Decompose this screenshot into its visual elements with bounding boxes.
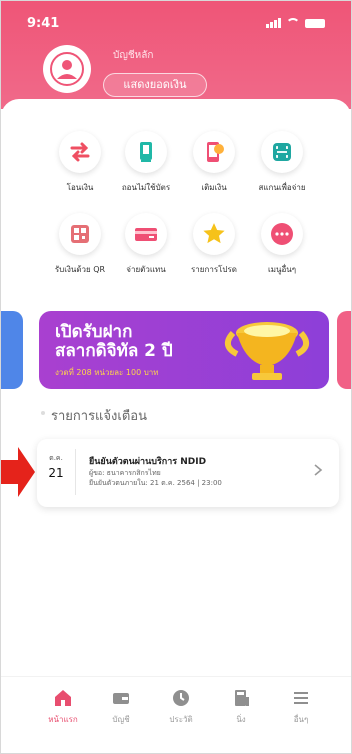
banner-title-line2: สลากดิจิทัล 2 ปี — [55, 341, 173, 361]
notification-deadline: ยืนยันตัวตนภายใน: 21 ต.ค. 2564 | 23:00 — [89, 479, 222, 487]
notifications-title: รายการแจ้งเตือน — [51, 409, 147, 424]
tab-more[interactable]: อื่นๆ — [273, 687, 329, 726]
tab-label: บัญชี — [112, 715, 130, 724]
tab-label: นิ่ง — [236, 715, 246, 724]
phone-screen: 9:41 บัญชีหลัก แสดงยอดเงิน โอนเงิน ถอนไม… — [0, 0, 352, 754]
scan-to-pay-icon — [261, 131, 303, 173]
menu-label: เมนูอื่นๆ — [267, 265, 297, 274]
tab-calculator[interactable]: นิ่ง — [213, 687, 269, 726]
signal-icon — [266, 18, 281, 28]
qr-receive-icon — [59, 213, 101, 255]
home-icon — [52, 687, 74, 709]
wifi-icon — [286, 18, 300, 28]
notification-day: 21 — [48, 466, 64, 480]
banner-title-line1: เปิดรับฝาก — [55, 322, 133, 342]
tab-account[interactable]: บัญชี — [93, 687, 149, 726]
menu-label: รายการโปรด — [191, 265, 237, 274]
transfer-icon — [59, 131, 101, 173]
red-arrow-indicator — [1, 441, 35, 503]
menu-cardless-withdraw[interactable]: ถอนไม่ใช้บัตร — [111, 131, 181, 194]
promo-banner[interactable]: เปิดรับฝาก สลากดิจิทัล 2 ปี งวดที่ 208 ห… — [39, 311, 329, 389]
tab-label: ประวัติ — [169, 715, 193, 724]
notification-card[interactable]: ต.ค. 21 ยืนยันตัวตนผ่านบริการ NDID ผู้ขอ… — [37, 439, 339, 507]
status-icons — [266, 18, 325, 28]
notification-divider — [75, 449, 76, 495]
menu-qr-receive[interactable]: รับเงินด้วย QR — [45, 213, 115, 276]
menu-label: จ่ายตัวแทน — [126, 265, 166, 274]
menu-label: โอนเงิน — [66, 183, 94, 192]
trophy-icon — [224, 322, 310, 380]
menu-bill-pay[interactable]: จ่ายตัวแทน — [111, 213, 181, 276]
history-icon — [170, 687, 192, 709]
more-icon — [261, 213, 303, 255]
tab-home[interactable]: หน้าแรก — [35, 687, 91, 726]
status-bar: 9:41 — [27, 13, 325, 33]
menu-favorites[interactable]: รายการโปรด — [179, 213, 249, 276]
promo-carousel[interactable]: เปิดรับฝาก สลากดิจิทัล 2 ปี งวดที่ 208 ห… — [1, 311, 351, 389]
calculator-icon — [230, 687, 252, 709]
notification-month: ต.ค. — [49, 454, 63, 462]
menu-scan-to-pay[interactable]: สแกนเพื่อจ่าย — [247, 131, 317, 194]
menu-label: เติมเงิน — [201, 183, 227, 192]
star-icon — [193, 213, 235, 255]
status-time: 9:41 — [27, 15, 60, 31]
menu-label: ถอนไม่ใช้บัตร — [121, 183, 171, 192]
notification-title: ยืนยันตัวตนผ่านบริการ NDID — [89, 457, 207, 467]
cardless-withdraw-icon — [125, 131, 167, 173]
banner-title: เปิดรับฝาก สลากดิจิทัล 2 ปี — [55, 323, 173, 361]
bill-pay-icon — [125, 213, 167, 255]
header: 9:41 บัญชีหลัก แสดงยอดเงิน — [1, 1, 351, 109]
tab-label: อื่นๆ — [293, 715, 309, 724]
show-balance-button[interactable]: แสดงยอดเงิน — [103, 73, 207, 97]
bottom-tab-bar: หน้าแรก บัญชี ประวัติ นิ่ง อื่นๆ — [1, 676, 351, 753]
notification-date: ต.ค. 21 — [46, 453, 66, 480]
menu-label: สแกนเพื่อจ่าย — [258, 183, 306, 192]
next-banner[interactable] — [337, 311, 351, 389]
menu-topup[interactable]: เติมเงิน — [179, 131, 249, 194]
menu-more[interactable]: เมนูอื่นๆ — [247, 213, 317, 276]
user-icon — [50, 52, 84, 86]
menu-transfer[interactable]: โอนเงิน — [45, 131, 115, 194]
previous-banner[interactable] — [1, 311, 23, 389]
tab-history[interactable]: ประวัติ — [153, 687, 209, 726]
topup-phone-icon — [193, 131, 235, 173]
chevron-right-icon[interactable] — [313, 463, 323, 477]
section-marker — [41, 411, 45, 415]
menu-label: รับเงินด้วย QR — [54, 265, 106, 274]
avatar[interactable] — [43, 45, 91, 93]
banner-subtitle: งวดที่ 208 หน่วยละ 100 บาท — [55, 368, 159, 377]
tab-label: หน้าแรก — [48, 715, 78, 724]
wallet-icon — [110, 687, 132, 709]
menu-icon — [290, 687, 312, 709]
account-label: บัญชีหลัก — [113, 50, 154, 61]
battery-icon — [305, 18, 325, 28]
